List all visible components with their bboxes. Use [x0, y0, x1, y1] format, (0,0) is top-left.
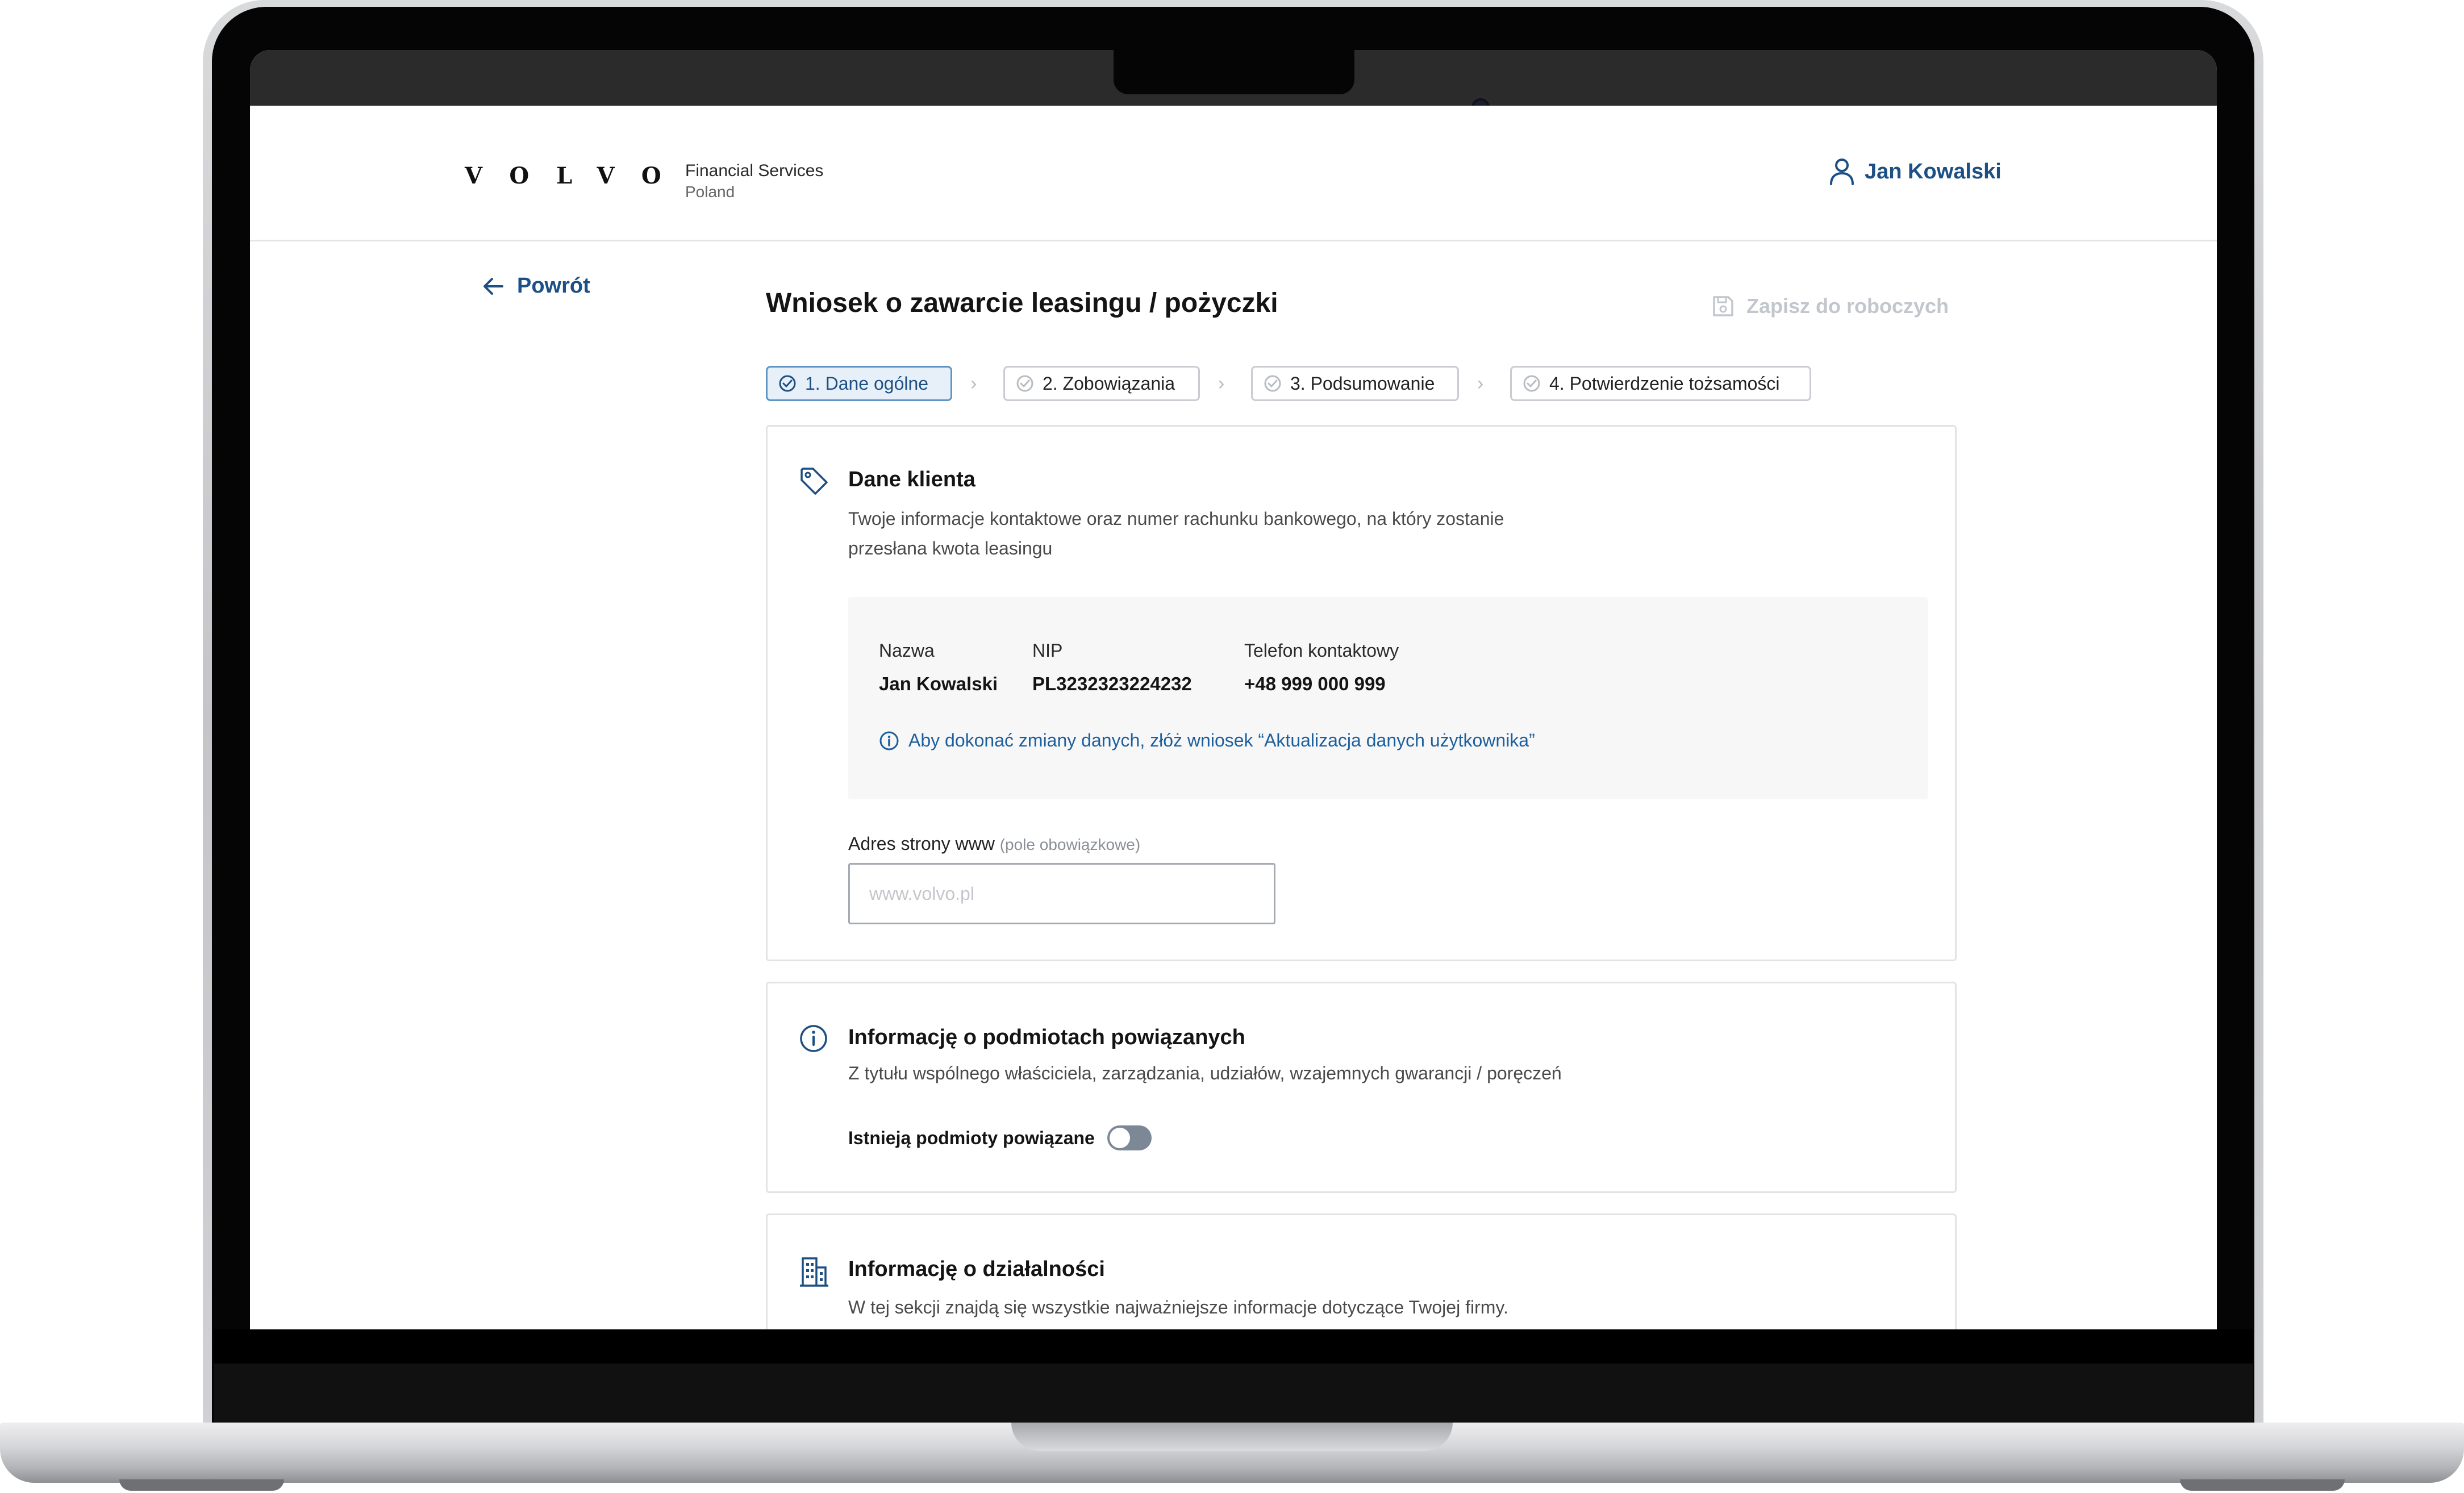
- user-icon: [1830, 159, 1854, 185]
- page-title: Wniosek o zawarcie leasingu / pożyczki: [766, 288, 1278, 318]
- client-data-description: Twoje informacje kontaktowe oraz numer r…: [848, 508, 1504, 558]
- check-circle-icon: [779, 375, 796, 392]
- floppy-disk-icon: [1713, 296, 1733, 316]
- step-3[interactable]: 3. Podsumowanie: [1251, 366, 1459, 401]
- phone-label: Telefon kontaktowy: [1244, 640, 1399, 661]
- brand-line-1: Financial Services: [685, 161, 824, 180]
- website-field-label: Adres strony www (pole obowiązkowe): [848, 833, 1140, 854]
- related-entities-card: Informację o podmiotach powiązanych Z ty…: [766, 982, 1957, 1193]
- check-circle-icon: [1016, 375, 1033, 392]
- related-entities-title: Informację o podmiotach powiązanych: [848, 1025, 1245, 1049]
- info-circle-icon: [798, 1023, 829, 1057]
- save-draft-label: Zapisz do roboczych: [1746, 294, 1949, 318]
- info-icon: [879, 731, 899, 750]
- laptop-chin-strip: [214, 1329, 2253, 1363]
- user-menu-button[interactable]: Jan Kowalski: [1829, 158, 2002, 185]
- related-entities-toggle-label: Istnieją podmioty powiązane: [848, 1127, 1095, 1148]
- brand-line-2: Poland: [685, 183, 735, 201]
- business-info-title: Informację o działalności: [848, 1257, 1105, 1281]
- client-data-card: Dane klienta Twoje informacje kontaktowe…: [766, 425, 1957, 961]
- check-circle-icon: [1523, 375, 1540, 392]
- related-entities-toggle[interactable]: [1107, 1125, 1152, 1150]
- user-name: Jan Kowalski: [1865, 159, 2002, 184]
- name-value: Jan Kowalski: [879, 673, 998, 694]
- back-label: Powrót: [517, 274, 590, 298]
- nip-value: PL3232323224232: [1032, 673, 1192, 694]
- laptop-foot-right: [2180, 1479, 2345, 1491]
- chevron-right-icon: ›: [970, 373, 977, 394]
- phone-value: +48 999 000 999: [1244, 673, 1386, 694]
- chevron-right-icon: ›: [1477, 373, 1484, 394]
- laptop-foot-left: [119, 1479, 284, 1491]
- step-1[interactable]: 1. Dane ogólne: [766, 366, 952, 401]
- step-1-label: 1. Dane ogólne: [805, 373, 929, 394]
- back-button[interactable]: Powrót: [482, 274, 590, 298]
- business-info-card: Informację o działalności W tej sekcji z…: [766, 1213, 1957, 1329]
- website-label: Adres strony www: [848, 833, 995, 854]
- step-4-label: 4. Potwierdzenie tożsamości: [1549, 373, 1780, 394]
- step-4[interactable]: 4. Potwierdzenie tożsamości: [1510, 366, 1811, 401]
- step-3-label: 3. Podsumowanie: [1290, 373, 1435, 394]
- client-data-title: Dane klienta: [848, 468, 975, 491]
- laptop-base-notch: [1011, 1423, 1453, 1451]
- tag-icon: [798, 465, 830, 500]
- step-2[interactable]: 2. Zobowiązania: [1003, 366, 1200, 401]
- related-entities-toggle-row: Istnieją podmioty powiązane: [848, 1125, 1152, 1150]
- business-info-description: W tej sekcji znajdą się wszystkie najważ…: [848, 1297, 1508, 1317]
- camera-notch: [1114, 50, 1354, 94]
- app-header: VOLVO Financial Services Poland Jan Kowa…: [250, 106, 2217, 241]
- change-data-notice[interactable]: Aby dokonać zmiany danych, złóż wniosek …: [879, 730, 1535, 751]
- name-label: Nazwa: [879, 640, 935, 661]
- website-optional-hint: (pole obowiązkowe): [999, 836, 1141, 853]
- check-circle-icon: [1264, 375, 1281, 392]
- chevron-right-icon: ›: [1218, 373, 1225, 394]
- arrow-left-icon: [483, 277, 503, 295]
- volvo-logo[interactable]: VOLVO: [465, 162, 689, 189]
- nip-label: NIP: [1032, 640, 1063, 661]
- save-draft-button[interactable]: Zapisz do roboczych: [1711, 294, 1949, 318]
- step-2-label: 2. Zobowiązania: [1043, 373, 1175, 394]
- building-icon: [798, 1255, 830, 1291]
- related-entities-description: Z tytułu wspólnego właściciela, zarządza…: [848, 1063, 1562, 1083]
- screen: VOLVO Financial Services Poland Jan Kowa…: [250, 50, 2217, 1329]
- website-input[interactable]: [848, 863, 1275, 924]
- client-info-panel: Nazwa Jan Kowalski NIP PL3232323224232 T…: [848, 597, 1928, 799]
- notice-text: Aby dokonać zmiany danych, złóż wniosek …: [908, 730, 1535, 750]
